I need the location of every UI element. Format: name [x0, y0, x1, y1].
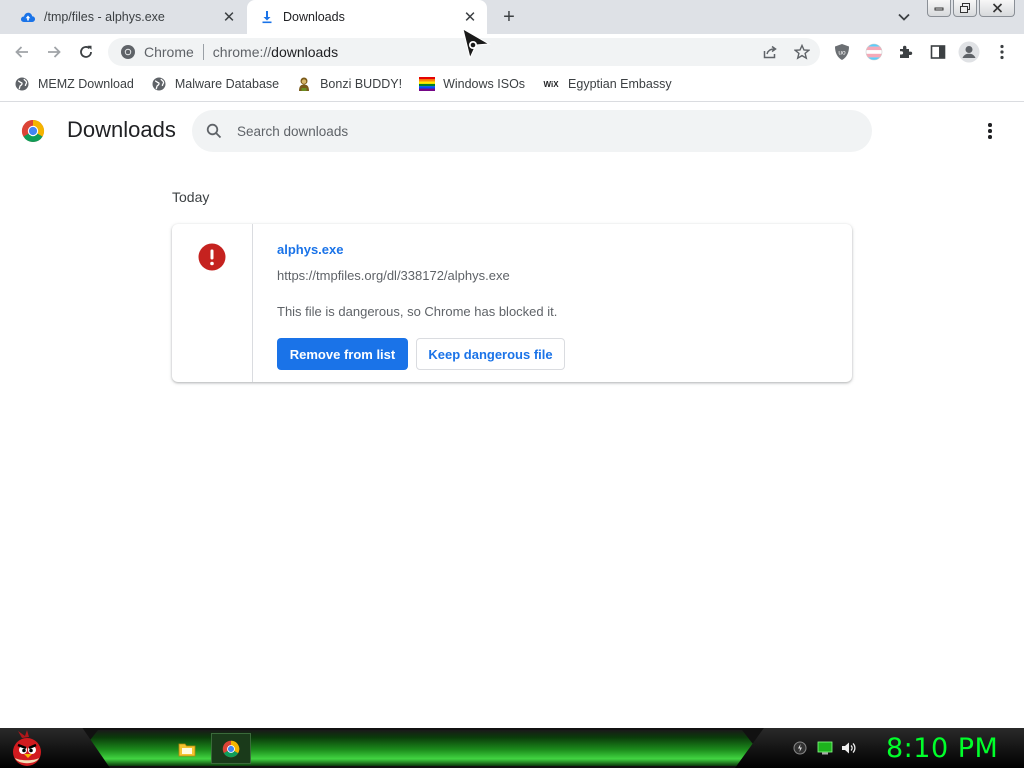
- taskbar-clock[interactable]: 8:10 PM: [886, 733, 998, 764]
- url-scheme: chrome://: [212, 44, 272, 60]
- download-item-card: alphys.exe https://tmpfiles.org/dl/33817…: [172, 224, 852, 382]
- tab-close-icon[interactable]: ✕: [220, 8, 238, 26]
- minimize-button[interactable]: [927, 0, 951, 17]
- side-panel-icon[interactable]: [928, 42, 948, 62]
- chrome-logo-icon: [21, 120, 45, 143]
- tray-network-icon[interactable]: [792, 740, 808, 756]
- tab-title: Downloads: [283, 10, 345, 24]
- restore-button[interactable]: [953, 0, 977, 17]
- bookmark-windows-isos[interactable]: Windows ISOs: [419, 76, 525, 92]
- remove-from-list-button[interactable]: Remove from list: [277, 338, 408, 370]
- tab-tmpfiles[interactable]: /tmp/files - alphys.exe ✕: [12, 0, 246, 34]
- bookmarks-bar: MEMZ Download Malware Database Bonzi BUD…: [0, 70, 1024, 98]
- tray-monitor-icon[interactable]: [817, 740, 833, 756]
- globe-icon: [151, 76, 167, 92]
- extension-trans-flag-icon[interactable]: [864, 42, 884, 62]
- bookmark-label: MEMZ Download: [38, 77, 134, 91]
- download-item-icon-area: [172, 224, 253, 382]
- browser-toolbar: Chrome chrome://downloads uo: [0, 34, 1024, 70]
- svg-text:uo: uo: [838, 50, 846, 57]
- url-text: chrome://downloads: [213, 44, 338, 60]
- bookmark-label: Egyptian Embassy: [568, 77, 672, 91]
- share-icon[interactable]: [760, 42, 780, 62]
- window-controls: [927, 0, 1019, 18]
- wix-icon: WiX: [543, 79, 559, 89]
- back-arrow-icon[interactable]: [12, 42, 32, 62]
- taskbar-chrome[interactable]: [211, 733, 251, 764]
- folder-icon: [178, 743, 196, 756]
- bonzi-icon: [296, 76, 312, 92]
- cloud-upload-icon: [20, 9, 36, 25]
- download-icon: [259, 9, 275, 25]
- tab-strip: /tmp/files - alphys.exe ✕ Downloads ✕ +: [0, 0, 1024, 34]
- file-source-url[interactable]: https://tmpfiles.org/dl/338172/alphys.ex…: [277, 268, 510, 283]
- search-input[interactable]: [237, 123, 797, 139]
- ublock-icon[interactable]: uo: [832, 42, 852, 62]
- search-icon: [204, 121, 224, 141]
- forward-arrow-icon[interactable]: [44, 42, 64, 62]
- bookmark-bonzi-buddy[interactable]: Bonzi BUDDY!: [296, 76, 402, 92]
- site-label: Chrome: [144, 44, 194, 60]
- bookmark-malware-database[interactable]: Malware Database: [151, 76, 279, 92]
- more-actions-icon[interactable]: [980, 121, 1000, 141]
- tab-close-icon[interactable]: ✕: [461, 8, 479, 26]
- star-icon[interactable]: [792, 42, 812, 62]
- page-title: Downloads: [67, 117, 176, 142]
- downloads-header: Downloads: [0, 102, 1024, 160]
- keep-dangerous-file-button[interactable]: Keep dangerous file: [416, 338, 565, 370]
- rainbow-flag-icon: [419, 76, 436, 92]
- omnibox-divider: [202, 44, 204, 60]
- warning-icon: [198, 243, 226, 271]
- bookmark-egyptian-embassy[interactable]: WiX Egyptian Embassy: [542, 76, 672, 92]
- tab-downloads[interactable]: Downloads ✕: [247, 0, 487, 34]
- file-name-link[interactable]: alphys.exe: [277, 242, 344, 257]
- bookmark-memz[interactable]: MEMZ Download: [14, 76, 134, 92]
- new-tab-button[interactable]: +: [498, 6, 520, 28]
- start-button-angry-bird-icon[interactable]: [8, 730, 46, 768]
- browser-menu-icon[interactable]: [992, 42, 1012, 62]
- chrome-icon: [121, 45, 135, 59]
- url-path: downloads: [271, 44, 339, 60]
- extensions-puzzle-icon[interactable]: [896, 42, 916, 62]
- profile-avatar-icon[interactable]: [958, 41, 980, 63]
- chevron-down-icon[interactable]: [895, 8, 913, 26]
- tray-volume-icon[interactable]: [841, 740, 857, 756]
- chrome-icon: [222, 740, 240, 757]
- tab-title: /tmp/files - alphys.exe: [44, 10, 165, 24]
- danger-description: This file is dangerous, so Chrome has bl…: [277, 304, 558, 319]
- site-info[interactable]: Chrome: [120, 44, 194, 60]
- globe-icon: [14, 76, 30, 92]
- taskbar-file-explorer[interactable]: [167, 733, 207, 764]
- mouse-cursor-icon: [462, 28, 491, 60]
- reload-icon[interactable]: [76, 42, 96, 62]
- search-downloads-field[interactable]: [192, 110, 872, 152]
- date-section-label: Today: [172, 189, 210, 205]
- close-window-button[interactable]: [979, 0, 1015, 17]
- bookmark-label: Windows ISOs: [443, 77, 526, 91]
- taskbar: 8:10 PM: [0, 728, 1024, 768]
- bookmark-label: Malware Database: [174, 77, 280, 91]
- bookmark-label: Bonzi BUDDY!: [320, 77, 403, 91]
